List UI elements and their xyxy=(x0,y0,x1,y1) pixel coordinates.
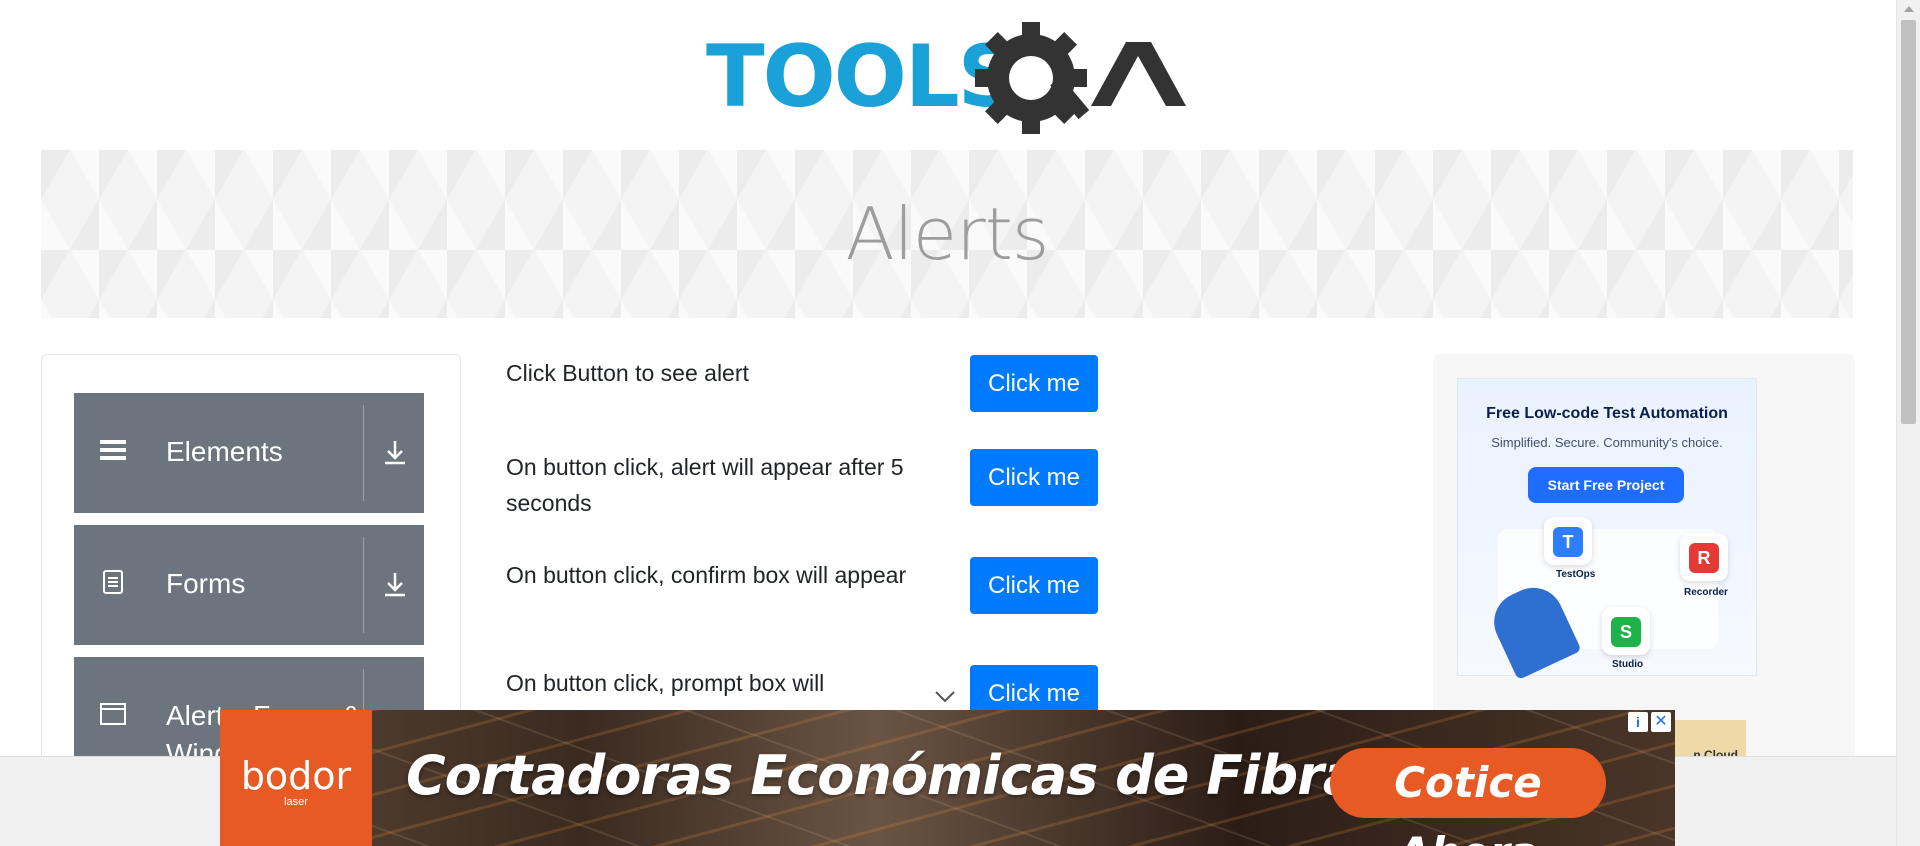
page: TOOLS Alerts Elements Forms Alerts, Clic… xyxy=(0,0,1920,846)
download-arrow-icon[interactable] xyxy=(380,569,410,599)
vertical-scrollbar[interactable] xyxy=(1896,0,1920,846)
studio-label: Studio xyxy=(1612,659,1644,670)
bodor-logo: bodor laser xyxy=(220,710,372,846)
download-arrow-icon[interactable] xyxy=(380,437,410,467)
menu-group-label: Elements xyxy=(166,436,283,467)
toolsqa-logo[interactable]: TOOLS xyxy=(706,22,1192,134)
menu-group-elements[interactable]: Elements xyxy=(74,393,424,513)
logo-image: TOOLS xyxy=(706,22,1186,134)
menu-group-label: Forms xyxy=(166,568,246,599)
browser-window-icon xyxy=(100,701,126,727)
ad-title: Free Low-code Test Automation xyxy=(1486,405,1728,422)
studio-tile: S xyxy=(1602,607,1650,655)
page-title: Alerts xyxy=(845,192,1050,276)
page-banner: Alerts xyxy=(41,150,1853,318)
hamburger-icon xyxy=(100,437,126,463)
prompt-row-text: On button click, prompt box will xyxy=(506,670,825,696)
timer-alert-button[interactable]: Click me xyxy=(970,449,1098,506)
divider xyxy=(363,405,364,501)
ad-info-icon[interactable]: i xyxy=(1628,712,1648,732)
chevron-down-icon[interactable] xyxy=(934,690,956,704)
divider xyxy=(363,537,364,633)
document-icon xyxy=(100,569,126,595)
menu-group-forms[interactable]: Forms xyxy=(74,525,424,645)
alert-row-text: Click Button to see alert xyxy=(506,360,749,386)
cotice-ahora-button[interactable]: Cotice Ahora xyxy=(1330,748,1606,846)
scroll-up-arrow-icon[interactable] xyxy=(1904,6,1914,12)
confirm-button[interactable]: Click me xyxy=(970,557,1098,614)
scroll-thumb[interactable] xyxy=(1901,20,1916,424)
alert-button[interactable]: Click me xyxy=(970,355,1098,412)
confirm-row-text: On button click, confirm box will appear xyxy=(506,562,907,588)
recorder-tile: R xyxy=(1680,533,1728,581)
timer-alert-row-text: On button click, alert will appear after… xyxy=(506,454,904,516)
svg-text:TOOLS: TOOLS xyxy=(706,27,1018,127)
ad-subtitle: Simplified. Secure. Community's choice. xyxy=(1491,435,1723,450)
testops-tile: T xyxy=(1544,517,1592,565)
recorder-label: Recorder xyxy=(1684,587,1728,598)
ad-close-icon[interactable]: ✕ xyxy=(1651,712,1671,732)
katalon-ad[interactable]: Free Low-code Test Automation Simplified… xyxy=(1457,378,1757,681)
bodor-laser-ad[interactable]: bodor laser Cortadoras Económicas de Fib… xyxy=(220,710,1675,846)
testops-label: TestOps xyxy=(1556,569,1596,580)
start-free-project-button[interactable]: Start Free Project xyxy=(1528,467,1684,503)
